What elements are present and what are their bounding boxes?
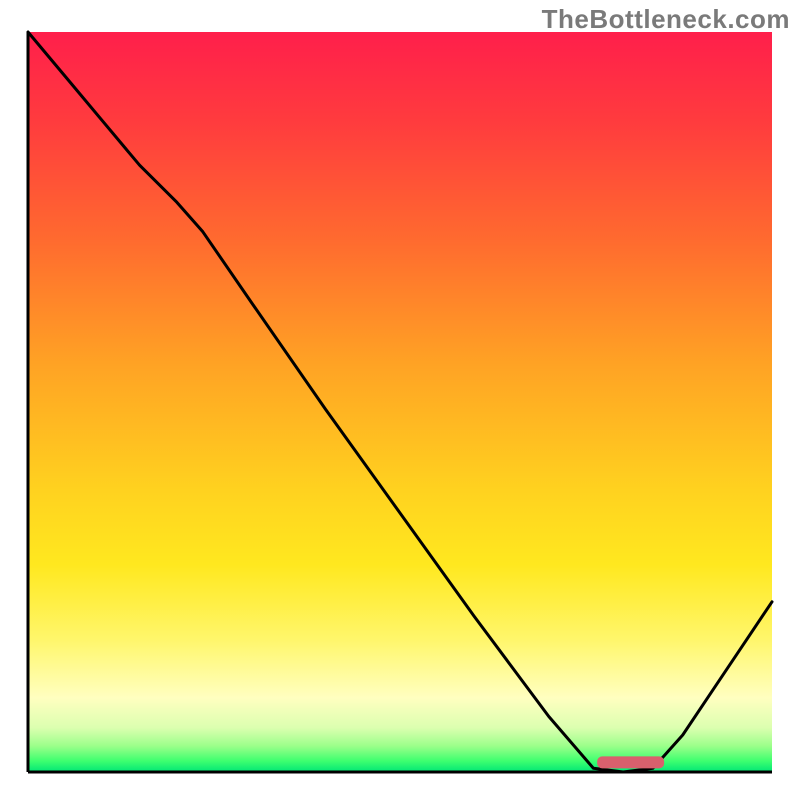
gradient-background	[28, 32, 772, 772]
optimal-range-marker	[597, 756, 664, 768]
bottleneck-chart: TheBottleneck.com	[0, 0, 800, 800]
watermark-text: TheBottleneck.com	[542, 4, 790, 35]
chart-svg	[0, 0, 800, 800]
